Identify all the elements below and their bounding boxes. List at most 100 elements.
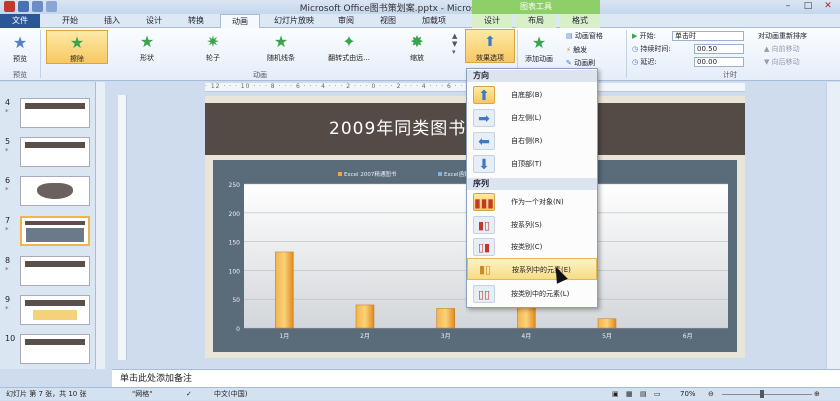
tab-chart-format[interactable]: 格式	[560, 14, 600, 28]
animation-painter-button[interactable]: ✎ 动画刷	[566, 58, 595, 68]
menu-item-from-left[interactable]: ➡ 自左侧(L)	[467, 107, 597, 129]
effect-wheel[interactable]: ✷ 轮子	[182, 30, 244, 64]
menu-item-by-series[interactable]: ▮▯ 按系列(S)	[467, 214, 597, 236]
menu-item-by-category[interactable]: ▯▮ 按类别(C)	[467, 236, 597, 258]
effects-gallery-scroll[interactable]: ▲ ▼ ▾	[452, 32, 462, 62]
chart-element-series-icon: ▮▯	[478, 263, 492, 276]
thumb-number: 8	[5, 256, 11, 265]
view-sorter-icon[interactable]: ▦	[626, 388, 633, 401]
effect-label: 随机线条	[267, 54, 295, 62]
effect-zoom[interactable]: ✸ 缩放	[386, 30, 448, 64]
menu-item-as-one-object[interactable]: ▮▮▮ 作为一个对象(N)	[467, 191, 597, 213]
language[interactable]: 中文(中国)	[214, 388, 247, 401]
slide-thumbnail-4[interactable]	[20, 98, 90, 128]
move-later-label: 向后移动	[771, 58, 800, 66]
tab-insert[interactable]: 插入	[94, 14, 130, 28]
x-tick-label: 6月	[683, 333, 693, 340]
slide-thumbnail-7[interactable]	[20, 216, 90, 246]
tab-file[interactable]: 文件	[0, 14, 40, 28]
menu-item-from-right[interactable]: ⬅ 自右侧(R)	[467, 130, 597, 152]
slide-vertical-scrollbar[interactable]	[826, 82, 840, 369]
slide-thumbnail-6[interactable]	[20, 176, 90, 206]
effect-wipe[interactable]: ★ 擦除	[46, 30, 108, 64]
zoom-out-icon[interactable]: ⊖	[708, 388, 714, 401]
menu-item-label: 按类别(C)	[511, 243, 543, 251]
spellcheck-icon[interactable]: ✓	[186, 388, 192, 401]
delay-input[interactable]: 00.00	[694, 57, 744, 67]
tab-review[interactable]: 审阅	[328, 14, 364, 28]
effect-label: 轮子	[206, 54, 220, 62]
zoom-in-icon[interactable]: ⊕	[814, 388, 820, 401]
slide-thumbnail-9[interactable]	[20, 295, 90, 325]
trigger-button[interactable]: ⚡ 触发	[566, 45, 587, 55]
minimize-button[interactable]: –	[780, 1, 796, 12]
maximize-button[interactable]: □	[800, 1, 816, 12]
menu-item-from-top[interactable]: ⬇ 自顶部(T)	[467, 153, 597, 175]
preview-label: 预览	[13, 55, 27, 63]
menu-item-by-element-in-series[interactable]: ▮▯ 按系列中的元素(E)	[467, 258, 597, 280]
chart-bar	[355, 304, 375, 329]
tab-view[interactable]: 视图	[370, 14, 406, 28]
y-axis-ticks: 250 200 150 100 50 0	[229, 182, 241, 333]
x-tick-label: 4月	[521, 333, 531, 340]
preview-button[interactable]: ★ 预览	[4, 31, 36, 65]
add-animation-button[interactable]: ★ 添加动画	[520, 31, 558, 65]
slide-thumbnail-5[interactable]	[20, 137, 90, 167]
notes-pane[interactable]: 单击此处添加备注	[112, 369, 840, 387]
thumb-number: 7	[5, 216, 11, 225]
move-later-button[interactable]: ▼ 向后移动	[764, 57, 800, 67]
chart-bar	[597, 318, 617, 329]
add-animation-icon: ★	[531, 33, 547, 52]
tab-home[interactable]: 开始	[52, 14, 88, 28]
thumb-animation-mark: *	[5, 186, 9, 194]
thumbnail-scrollbar[interactable]	[96, 82, 105, 369]
duration-label-text: 持续时间:	[640, 45, 671, 53]
ribbon-separator	[626, 30, 627, 78]
menu-item-by-element-in-category[interactable]: ▯▯ 按类别中的元素(L)	[467, 283, 597, 305]
tab-addins[interactable]: 加载项	[412, 14, 456, 28]
reorder-label: 对动画重新排序	[758, 32, 807, 40]
tab-slideshow[interactable]: 幻灯片放映	[266, 14, 322, 28]
menu-item-label: 作为一个对象(N)	[511, 198, 564, 206]
x-tick-label: 5月	[602, 333, 612, 340]
tab-chart-design[interactable]: 设计	[472, 14, 512, 28]
view-normal-icon[interactable]: ▣	[612, 388, 619, 401]
tab-design[interactable]: 设计	[136, 14, 172, 28]
slide-thumbnail-8[interactable]	[20, 256, 90, 286]
effect-grow-turn[interactable]: ✦ 翻转式由远...	[318, 30, 380, 64]
animation-pane-button[interactable]: ▤ 动画窗格	[566, 31, 603, 41]
menu-item-from-bottom[interactable]: ⬆ 自底部(B)	[467, 84, 597, 106]
zoom-slider-thumb[interactable]	[760, 390, 764, 398]
view-slideshow-icon[interactable]: ▭	[654, 388, 661, 401]
zoom-slider[interactable]	[722, 394, 812, 395]
tab-transitions[interactable]: 转换	[178, 14, 214, 28]
tab-chart-layout[interactable]: 布局	[516, 14, 556, 28]
x-axis-ticks: 1月 2月 3月 4月 5月 6月	[279, 333, 692, 340]
zoom-level[interactable]: 70%	[680, 388, 696, 401]
direction-header: 方向	[467, 70, 597, 82]
effect-shape[interactable]: ★ 形状	[116, 30, 178, 64]
tab-animations[interactable]: 动画	[220, 14, 260, 28]
thumb-animation-mark: *	[5, 108, 9, 116]
effect-random-bars[interactable]: ★ 随机线条	[250, 30, 312, 64]
move-earlier-label: 向前移动	[771, 45, 800, 53]
y-tick-label: 150	[229, 240, 241, 247]
effect-options-button[interactable]: ⬆ 效果选项	[465, 29, 515, 63]
delay-label-text: 延迟:	[640, 58, 657, 66]
delay-label: ◷ 延迟:	[632, 57, 657, 67]
animation-pane-label: 动画窗格	[574, 32, 603, 40]
start-select[interactable]: 单击时	[672, 31, 744, 41]
chart-group-icon: ▮▮▮	[473, 193, 495, 211]
menu-item-label: 自左侧(L)	[511, 114, 542, 122]
thumb-animation-mark: *	[5, 266, 9, 274]
thumb-number: 4	[5, 98, 11, 107]
view-reading-icon[interactable]: ▤	[640, 388, 647, 401]
close-button[interactable]: ✕	[820, 1, 836, 12]
chart-bar	[275, 251, 294, 329]
duration-input[interactable]: 00.50	[694, 44, 744, 54]
star-icon: ★	[139, 32, 155, 51]
add-animation-label: 添加动画	[525, 55, 553, 63]
slide-thumbnail-10[interactable]	[20, 334, 90, 364]
ribbon-separator	[40, 30, 41, 78]
move-earlier-button[interactable]: ▲ 向前移动	[764, 44, 800, 54]
